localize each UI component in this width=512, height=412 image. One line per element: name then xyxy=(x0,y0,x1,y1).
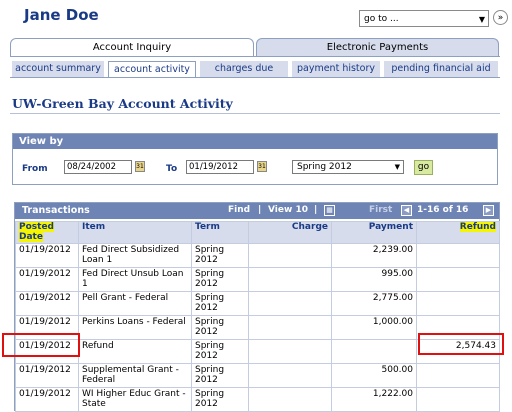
cell-charge xyxy=(248,339,332,364)
cell-item: Fed Direct Unsub Loan 1 xyxy=(78,267,192,292)
term-select[interactable]: Spring 2012 ▼ xyxy=(292,160,404,174)
column-payment[interactable]: Payment xyxy=(331,221,417,244)
cell-posted-date: 01/19/2012 xyxy=(15,387,79,412)
view-by-heading: View by xyxy=(13,134,497,149)
column-posted-date[interactable]: Posted Date xyxy=(15,221,79,244)
subtab-divider xyxy=(10,77,500,78)
table-row: 01/19/2012 Fed Direct Subsidized Loan 1 Sp… xyxy=(15,243,500,268)
page-title: UW-Green Bay Account Activity xyxy=(12,96,233,111)
goto-select[interactable]: go to ... ▼ xyxy=(359,10,489,27)
cell-payment: 1,222.00 xyxy=(331,387,417,412)
subtab-pending-financial-aid[interactable]: pending financial aid xyxy=(384,61,498,77)
cell-charge xyxy=(248,363,332,388)
cell-charge xyxy=(248,267,332,292)
cell-payment xyxy=(331,339,417,364)
table-row: 01/19/2012 Supplemental Grant - Federal Sp… xyxy=(15,363,500,388)
cell-term: Spring 2012 xyxy=(191,387,249,412)
subtab-payment-history[interactable]: payment history xyxy=(292,61,380,77)
from-date-input[interactable]: 08/24/2002 xyxy=(64,160,132,174)
cell-item: Fed Direct Subsidized Loan 1 xyxy=(78,243,192,268)
cell-payment: 995.00 xyxy=(331,267,417,292)
subtab-charges-due[interactable]: charges due xyxy=(200,61,288,77)
cell-item: WI Higher Educ Grant - State xyxy=(78,387,192,412)
cell-charge xyxy=(248,243,332,268)
first-link[interactable]: First xyxy=(369,205,392,215)
cell-payment: 500.00 xyxy=(331,363,417,388)
cell-refund xyxy=(416,243,500,268)
to-label: To xyxy=(166,164,178,174)
from-label: From xyxy=(22,164,48,174)
find-link[interactable]: Find xyxy=(228,205,250,215)
table-header-row: Posted Date Item Term Charge Payment Ref… xyxy=(15,221,500,244)
cell-charge xyxy=(248,315,332,340)
range-label: 1-16 of 16 xyxy=(417,205,469,215)
calendar-icon[interactable]: 31 xyxy=(135,161,145,172)
table-row: 01/19/2012 Fed Direct Unsub Loan 1 Spring … xyxy=(15,267,500,292)
transactions-table: Posted Date Item Term Charge Payment Ref… xyxy=(15,221,500,412)
tab-divider xyxy=(10,56,500,57)
cell-term: Spring 2012 xyxy=(191,315,249,340)
subtab-account-summary[interactable]: account summary xyxy=(12,61,104,77)
cell-term: Spring 2012 xyxy=(191,267,249,292)
column-term[interactable]: Term xyxy=(191,221,249,244)
cell-posted-date: 01/19/2012 xyxy=(15,243,79,268)
chevron-right-icon[interactable]: ▶ xyxy=(483,205,494,216)
annotation-box-refund xyxy=(418,333,504,355)
cell-payment: 2,239.00 xyxy=(331,243,417,268)
cell-refund xyxy=(416,291,500,316)
column-charge[interactable]: Charge xyxy=(248,221,332,244)
cell-item: Pell Grant - Federal xyxy=(78,291,192,316)
tab-electronic-payments[interactable]: Electronic Payments xyxy=(256,38,499,56)
cell-term: Spring 2012 xyxy=(191,363,249,388)
separator: | xyxy=(258,205,262,215)
cell-item: Supplemental Grant - Federal xyxy=(78,363,192,388)
tab-account-inquiry[interactable]: Account Inquiry xyxy=(10,38,254,56)
to-date-input[interactable]: 01/19/2012 xyxy=(186,160,254,174)
calendar-icon[interactable]: 31 xyxy=(257,161,267,172)
cell-posted-date: 01/19/2012 xyxy=(15,267,79,292)
cell-charge xyxy=(248,387,332,412)
cell-term: Spring 2012 xyxy=(191,339,249,364)
cell-item: Refund xyxy=(78,339,192,364)
grid-download-icon[interactable]: ▦ xyxy=(324,205,335,216)
cell-payment: 2,775.00 xyxy=(331,291,417,316)
cell-posted-date: 01/19/2012 xyxy=(15,363,79,388)
cell-refund xyxy=(416,267,500,292)
cell-posted-date: 01/19/2012 xyxy=(15,291,79,316)
go-button[interactable]: go xyxy=(414,160,433,175)
cell-charge xyxy=(248,291,332,316)
chevron-down-icon: ▼ xyxy=(478,15,485,24)
cell-term: Spring 2012 xyxy=(191,243,249,268)
term-select-value: Spring 2012 xyxy=(297,162,352,172)
page-title-rule xyxy=(10,113,500,114)
chevron-down-icon: ▼ xyxy=(394,163,400,171)
separator: | xyxy=(314,205,318,215)
subtab-account-activity[interactable]: account activity xyxy=(108,61,196,77)
table-row: 01/19/2012 Pell Grant - Federal Spring 201… xyxy=(15,291,500,316)
cell-payment: 1,000.00 xyxy=(331,315,417,340)
annotation-box-date xyxy=(2,333,80,357)
column-item[interactable]: Item xyxy=(78,221,192,244)
goto-select-value: go to ... xyxy=(364,14,399,24)
column-refund[interactable]: Refund xyxy=(416,221,500,244)
cell-refund xyxy=(416,363,500,388)
double-chevron-right-icon[interactable]: » xyxy=(493,10,508,25)
view-10-link[interactable]: View 10 xyxy=(268,205,308,215)
chevron-left-icon[interactable]: ◀ xyxy=(401,205,412,216)
user-name: Jane Doe xyxy=(24,6,99,24)
cell-refund xyxy=(416,387,500,412)
transactions-title: Transactions xyxy=(22,205,90,216)
cell-item: Perkins Loans - Federal xyxy=(78,315,192,340)
table-row: 01/19/2012 WI Higher Educ Grant - State Sp… xyxy=(15,387,500,412)
cell-term: Spring 2012 xyxy=(191,291,249,316)
